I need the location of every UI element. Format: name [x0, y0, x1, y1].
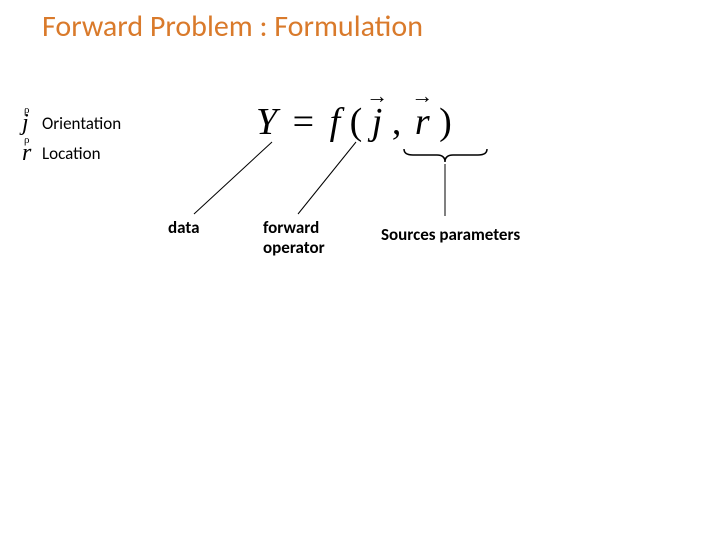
eq-comma: , — [392, 101, 402, 143]
caption-forward-line1: forward — [263, 217, 319, 238]
legend-row-orientation: ρ j Orientation — [22, 108, 121, 138]
vector-arrow-icon: ρ — [24, 134, 30, 146]
caption-forward-operator: forward operator — [263, 218, 325, 257]
label-orientation: Orientation — [42, 113, 121, 134]
underbrace-icon — [403, 148, 488, 160]
vector-arrow-icon: ρ — [24, 104, 30, 116]
leader-line-data — [190, 140, 280, 220]
slide-title: Forward Problem : Formulation — [42, 8, 423, 45]
caption-data: data — [168, 218, 199, 238]
eq-open-paren: ( — [350, 101, 363, 143]
symbol-j: ρ j — [22, 110, 38, 137]
eq-arg-j: → j — [372, 100, 383, 144]
label-location: Location — [42, 143, 101, 164]
variable-legend: ρ j Orientation ρ r Location — [22, 108, 121, 168]
leader-line-forward — [294, 140, 364, 220]
eq-func: f — [330, 101, 341, 143]
eq-arg-r: → r — [415, 100, 430, 144]
leader-line-sources — [440, 162, 460, 222]
eq-close-paren: ) — [439, 101, 452, 143]
vector-arrow-icon: → — [366, 85, 388, 107]
legend-row-location: ρ r Location — [22, 138, 121, 168]
eq-equals: = — [287, 101, 320, 143]
eq-lhs: Y — [256, 101, 277, 143]
vector-arrow-icon: → — [411, 85, 433, 107]
equation: Y = f ( → j , → r ) — [256, 100, 452, 144]
caption-sources-parameters: Sources parameters — [381, 225, 520, 245]
symbol-r: ρ r — [22, 140, 38, 167]
caption-forward-line2: operator — [263, 237, 325, 258]
